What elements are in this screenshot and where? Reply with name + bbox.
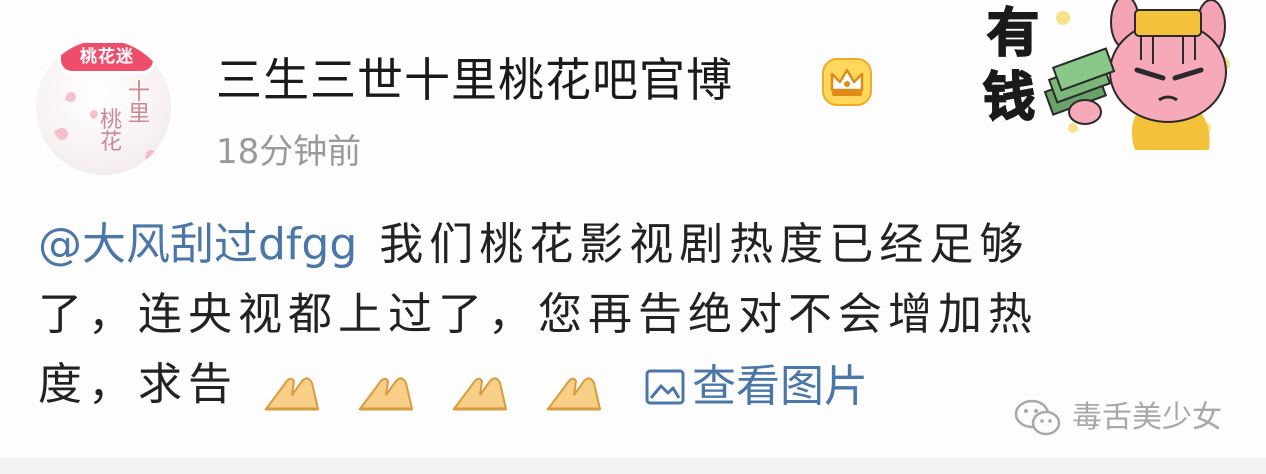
image-icon bbox=[645, 369, 685, 405]
petal-decoration bbox=[64, 90, 78, 104]
user-mention-link[interactable]: @大风刮过dfgg bbox=[38, 219, 357, 270]
rich-bunny-sticker: 有 钱 bbox=[975, 0, 1245, 150]
avatar-text-left: 桃花 bbox=[100, 108, 123, 155]
avatar-text-right: 十里 bbox=[128, 80, 151, 127]
praying-hands-emoji bbox=[358, 377, 414, 411]
wechat-icon bbox=[1014, 399, 1061, 436]
post-content: @大风刮过dfgg 我们桃花影视剧热度已经足够 了，连央视都上过了，您再告绝对不会… bbox=[38, 210, 1228, 420]
view-image-link[interactable]: 查看图片 bbox=[644, 352, 868, 422]
petal-decoration bbox=[145, 149, 157, 161]
bottom-divider bbox=[0, 458, 1266, 474]
content-line: 了，连央视都上过了，您再告绝对不会增加热 bbox=[38, 280, 1228, 350]
praying-hands-emoji bbox=[546, 377, 602, 411]
emoji-group bbox=[262, 352, 618, 422]
content-text: 度，求告 bbox=[38, 359, 238, 410]
content-text: 我们桃花影视剧热度已经足够 bbox=[379, 219, 1030, 270]
petal-decoration bbox=[53, 125, 71, 143]
content-line: @大风刮过dfgg 我们桃花影视剧热度已经足够 bbox=[38, 210, 1228, 280]
sticker-text-top: 有 bbox=[986, 4, 1040, 64]
weibo-post: 桃花迷 十里 桃花 三生三世十里桃花吧官博 18分钟前 有 钱 @大风刮过dfg… bbox=[0, 0, 1266, 474]
content-text: 了，连央视都上过了，您再告绝对不会增加热 bbox=[38, 289, 1038, 340]
post-timestamp: 18分钟前 bbox=[216, 132, 362, 172]
praying-hands-emoji bbox=[452, 377, 508, 411]
watermark-text: 毒舌美少女 bbox=[1072, 400, 1222, 435]
author-avatar[interactable]: 桃花迷 十里 桃花 bbox=[36, 40, 171, 175]
avatar-badge: 桃花迷 bbox=[58, 40, 156, 74]
view-image-label: 查看图片 bbox=[692, 361, 868, 412]
watermark: 毒舌美少女 bbox=[1014, 398, 1222, 438]
praying-hands-emoji bbox=[264, 377, 320, 411]
crown-icon bbox=[822, 58, 872, 106]
petal-decoration bbox=[88, 108, 100, 120]
author-name[interactable]: 三生三世十里桃花吧官博 bbox=[216, 50, 733, 110]
sticker-text-bottom: 钱 bbox=[982, 68, 1036, 128]
